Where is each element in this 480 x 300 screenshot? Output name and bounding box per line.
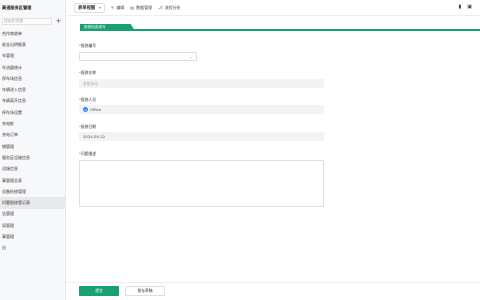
sidebar-item[interactable]: 局管理	[0, 220, 65, 231]
sidebar-item[interactable]: 事管理总表	[0, 175, 65, 186]
reporter-label: *报修人员	[79, 97, 97, 102]
data-manage-button[interactable]: ▤ 数据管理	[130, 5, 152, 11]
chevron-down-icon: ⌄	[189, 54, 192, 59]
flow-icon: ⎇	[158, 5, 163, 10]
sidebar-item[interactable]: 收支出明细表	[0, 39, 65, 50]
report-name-field[interactable]: 系统自动	[79, 79, 324, 88]
sidebar-item[interactable]: 充电桩	[0, 118, 65, 129]
description-label: *问题描述	[79, 151, 97, 156]
chevron-down-icon: ▾	[99, 5, 101, 10]
sidebar-item[interactable]: 服务区设施信息	[0, 152, 65, 163]
sidebar-list: 合作商收单 收支出明细表 车管理 车流量统计 停车场信息 车辆进入信息 车辆离开…	[0, 28, 65, 254]
avatar: O	[83, 107, 88, 112]
database-icon: ▤	[130, 5, 135, 10]
app-title: 高速服务区管理	[2, 5, 32, 10]
sidebar-item[interactable]: 设备检修管理	[0, 186, 65, 197]
flow-analysis-button[interactable]: ⎇ 流程分析	[158, 5, 181, 11]
report-date-value: 2024-05-22	[83, 134, 106, 139]
sidebar-item[interactable]: 车管理	[0, 51, 65, 62]
edit-label: 编辑	[116, 4, 125, 10]
sidebar: 高速服务区管理 搜索表/视图 + 合作商收单 收支出明细表 车管理 车流量统计 …	[0, 0, 66, 300]
view-select[interactable]: 表单视图 ▾	[74, 2, 105, 13]
user-chip: O Office	[83, 107, 101, 112]
sidebar-item[interactable]: 事管理	[0, 231, 65, 242]
reporter-field[interactable]: O Office	[79, 105, 324, 114]
description-textarea[interactable]	[79, 160, 324, 207]
edit-button[interactable]: ✎ 编辑	[111, 5, 124, 11]
sidebar-item[interactable]: 车流量统计	[0, 62, 65, 73]
report-no-label: *报修编号	[79, 43, 97, 48]
form-area: 报修信息填写 *报修编号 ⌄ *报修名称 系统自动 *报修人员 O Office…	[66, 17, 480, 300]
pencil-icon: ✎	[110, 5, 115, 10]
share-icon[interactable]: ▣	[467, 4, 472, 10]
sidebar-item[interactable]: 充电订单	[0, 130, 65, 141]
sidebar-item[interactable]: 铺管理	[0, 141, 65, 152]
sidebar-search-input[interactable]: 搜索表/视图	[2, 17, 52, 25]
top-toolbar: 表单视图 ▾ ✎ 编辑 ▤ 数据管理 ⎇ 流程分析 ▮ ▣	[66, 0, 480, 16]
sidebar-item[interactable]: 告管理	[0, 209, 65, 220]
section-title: 报修信息填写	[80, 24, 135, 31]
plus-icon[interactable]: +	[55, 17, 62, 25]
bookmark-icon[interactable]: ▮	[459, 4, 462, 10]
section-header: 报修信息填写	[80, 24, 480, 31]
report-name-label: *报修名称	[79, 70, 97, 75]
sidebar-item[interactable]: 车辆离开信息	[0, 96, 65, 107]
sidebar-item-active[interactable]: 问题报修登记表	[0, 197, 65, 209]
sidebar-item[interactable]: 停车场信息	[0, 73, 65, 84]
sidebar-item[interactable]: 合作商收单	[0, 28, 65, 39]
view-select-label: 表单视图	[78, 5, 96, 11]
submit-button[interactable]: 提交	[79, 286, 119, 296]
sidebar-item[interactable]: 出	[0, 243, 65, 254]
report-date-field[interactable]: 2024-05-22	[79, 132, 324, 141]
reporter-value: Office	[90, 107, 102, 112]
toolbar-right: ▮ ▣	[453, 4, 473, 10]
sidebar-item[interactable]: 车辆进入信息	[0, 84, 65, 95]
report-name-placeholder: 系统自动	[83, 80, 99, 86]
sidebar-item[interactable]: 停车场设置	[0, 107, 65, 118]
footer-divider	[66, 282, 480, 283]
report-date-label: *报修日期	[79, 124, 97, 129]
data-manage-label: 数据管理	[136, 4, 153, 10]
flow-analysis-label: 流程分析	[164, 4, 181, 10]
report-no-dropdown[interactable]: ⌄	[79, 52, 197, 61]
sidebar-item[interactable]: 设施信息	[0, 164, 65, 175]
save-draft-button[interactable]: 保存草稿	[125, 286, 165, 296]
sidebar-search-row: 搜索表/视图 +	[0, 16, 65, 26]
